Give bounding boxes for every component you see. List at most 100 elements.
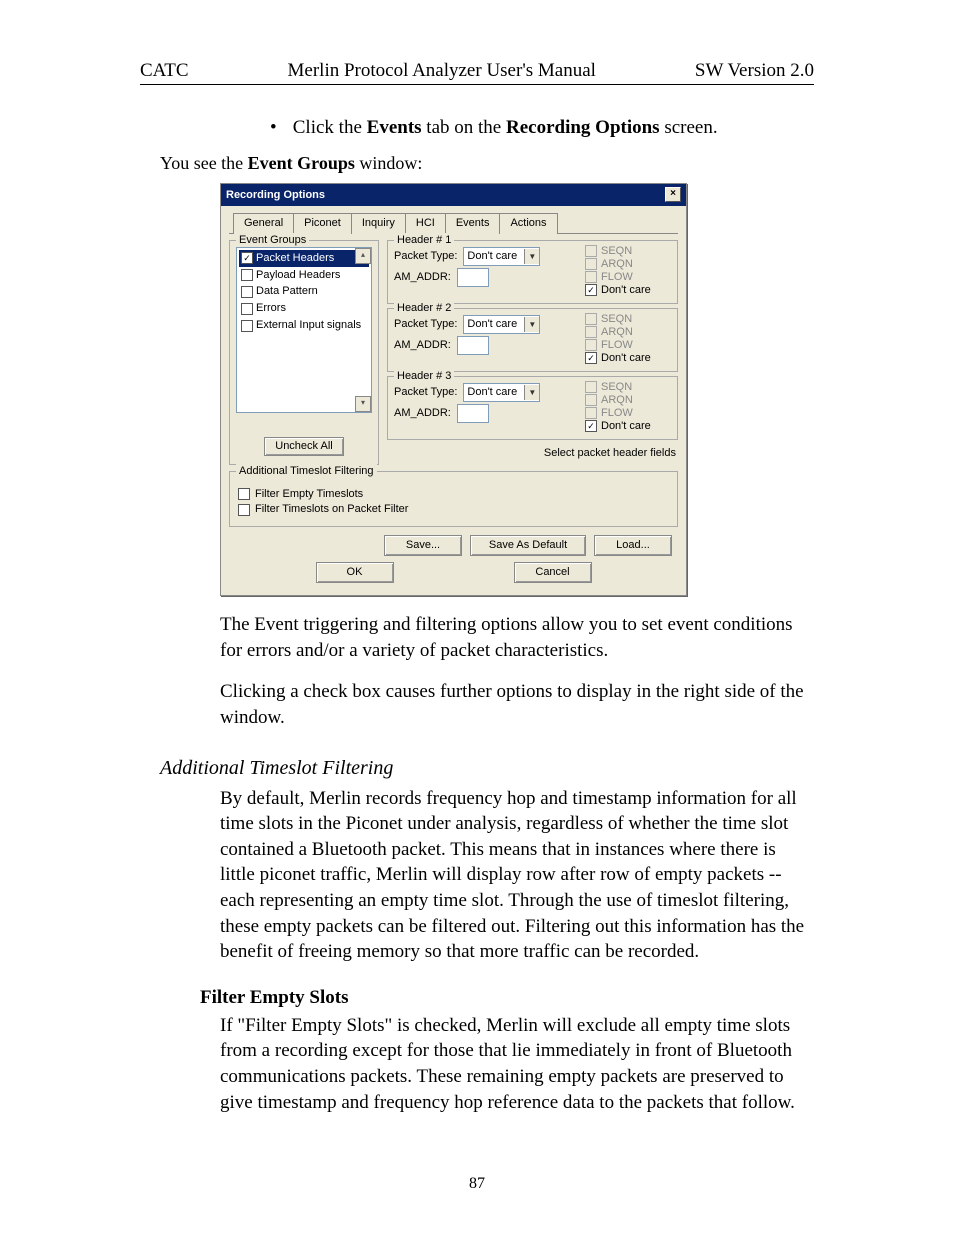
- list-item-label: Packet Headers: [256, 251, 334, 266]
- scroll-down-icon[interactable]: ▾: [355, 396, 371, 412]
- tab-events[interactable]: Events: [445, 213, 501, 234]
- list-item[interactable]: Payload Headers: [239, 267, 369, 284]
- checkbox-icon[interactable]: [585, 420, 597, 432]
- flags-group: SEQN ARQN FLOW Don't care: [585, 381, 671, 433]
- load-button[interactable]: Load...: [594, 535, 672, 556]
- tab-bar: General Piconet Inquiry HCI Events Actio…: [229, 212, 678, 234]
- list-item-label: Data Pattern: [256, 284, 318, 299]
- save-button[interactable]: Save...: [384, 535, 462, 556]
- bullet-icon: •: [270, 115, 288, 141]
- packet-type-value: Don't care: [467, 385, 517, 400]
- tab-piconet[interactable]: Piconet: [293, 213, 352, 234]
- list-item-label: Errors: [256, 301, 286, 316]
- dontcare-label: Don't care: [601, 352, 651, 365]
- am-addr-label: AM_ADDR:: [394, 338, 451, 353]
- paragraph: If "Filter Empty Slots" is checked, Merl…: [220, 1013, 814, 1116]
- flags-group: SEQN ARQN FLOW Don't care: [585, 313, 671, 365]
- seqn-label: SEQN: [601, 313, 632, 326]
- select-packet-header-fields[interactable]: Select packet header fields: [387, 444, 678, 461]
- chevron-down-icon[interactable]: ▼: [524, 249, 539, 264]
- am-addr-input[interactable]: [457, 268, 489, 287]
- cancel-button[interactable]: Cancel: [514, 562, 592, 583]
- header3-group: Header # 3 Packet Type: Don't care ▼: [387, 376, 678, 440]
- bullet-line: • Click the Events tab on the Recording …: [270, 115, 814, 141]
- checkbox-icon[interactable]: [238, 488, 250, 500]
- event-groups-box: Event Groups ▴ Packet Headers Payload He…: [229, 240, 379, 465]
- ok-button[interactable]: OK: [316, 562, 394, 583]
- event-groups-list[interactable]: ▴ Packet Headers Payload Headers: [236, 247, 372, 413]
- header3-legend: Header # 3: [394, 369, 454, 384]
- checkbox-icon[interactable]: [241, 320, 253, 332]
- save-as-default-button[interactable]: Save As Default: [470, 535, 586, 556]
- checkbox-icon[interactable]: [238, 504, 250, 516]
- section-heading-atf: Additional Timeslot Filtering: [160, 755, 814, 782]
- checkbox-icon: [585, 326, 597, 338]
- packet-type-value: Don't care: [467, 317, 517, 332]
- uncheck-all-button[interactable]: Uncheck All: [264, 437, 343, 456]
- packet-type-select[interactable]: Don't care ▼: [463, 383, 540, 402]
- paragraph: Clicking a check box causes further opti…: [220, 679, 814, 730]
- flow-label: FLOW: [601, 407, 633, 420]
- packet-type-select[interactable]: Don't care ▼: [463, 247, 540, 266]
- checkbox-icon[interactable]: [241, 286, 253, 298]
- tab-actions[interactable]: Actions: [499, 213, 557, 234]
- close-icon[interactable]: ×: [665, 187, 681, 202]
- bullet-text-pre: Click the: [293, 117, 367, 138]
- checkbox-icon[interactable]: [585, 284, 597, 296]
- flow-label: FLOW: [601, 339, 633, 352]
- bullet-text-post: screen.: [660, 117, 718, 138]
- header2-group: Header # 2 Packet Type: Don't care ▼: [387, 308, 678, 372]
- checkbox-icon: [585, 245, 597, 257]
- filter-timeslots-on-packet-filter-label: Filter Timeslots on Packet Filter: [255, 502, 408, 517]
- am-addr-input[interactable]: [457, 404, 489, 423]
- list-item[interactable]: Packet Headers: [239, 250, 369, 267]
- intro-bold: Event Groups: [248, 153, 355, 173]
- chevron-down-icon[interactable]: ▼: [524, 385, 539, 400]
- checkbox-icon[interactable]: [585, 352, 597, 364]
- packet-type-select[interactable]: Don't care ▼: [463, 315, 540, 334]
- header2-legend: Header # 2: [394, 301, 454, 316]
- paragraph: By default, Merlin records frequency hop…: [220, 786, 814, 965]
- arqn-label: ARQN: [601, 326, 633, 339]
- checkbox-icon: [585, 271, 597, 283]
- checkbox-icon: [585, 407, 597, 419]
- intro-line: You see the Event Groups window:: [160, 151, 814, 175]
- header1-legend: Header # 1: [394, 233, 454, 248]
- page-number: 87: [80, 1175, 874, 1193]
- checkbox-icon[interactable]: [241, 269, 253, 281]
- chevron-down-icon[interactable]: ▼: [524, 317, 539, 332]
- intro-pre: You see the: [160, 153, 248, 173]
- tab-general[interactable]: General: [233, 213, 294, 234]
- bullet-events-word: Events: [367, 117, 422, 138]
- checkbox-icon: [585, 313, 597, 325]
- checkbox-icon[interactable]: [241, 252, 253, 264]
- header-center: Merlin Protocol Analyzer User's Manual: [288, 60, 596, 82]
- header1-group: Header # 1 Packet Type: Don't care ▼: [387, 240, 678, 304]
- am-addr-input[interactable]: [457, 336, 489, 355]
- list-item[interactable]: External Input signals: [239, 317, 369, 334]
- intro-post: window:: [355, 153, 423, 173]
- seqn-label: SEQN: [601, 381, 632, 394]
- page-header: CATC Merlin Protocol Analyzer User's Man…: [140, 60, 814, 85]
- list-item[interactable]: Data Pattern: [239, 283, 369, 300]
- recording-options-dialog: Recording Options × General Piconet Inqu…: [220, 183, 687, 596]
- checkbox-icon[interactable]: [241, 303, 253, 315]
- scroll-up-icon[interactable]: ▴: [355, 248, 371, 264]
- packet-type-label: Packet Type:: [394, 317, 457, 332]
- tab-inquiry[interactable]: Inquiry: [351, 213, 406, 234]
- filter-empty-timeslots-label: Filter Empty Timeslots: [255, 487, 363, 502]
- checkbox-icon: [585, 339, 597, 351]
- checkbox-icon: [585, 394, 597, 406]
- section-heading-fes: Filter Empty Slots: [200, 985, 814, 1011]
- seqn-label: SEQN: [601, 245, 632, 258]
- bullet-recopts-word: Recording Options: [506, 117, 660, 138]
- dialog-titlebar[interactable]: Recording Options ×: [221, 184, 686, 206]
- list-item[interactable]: Errors: [239, 300, 369, 317]
- packet-type-value: Don't care: [467, 249, 517, 264]
- flags-group: SEQN ARQN FLOW Don't care: [585, 245, 671, 297]
- header-left: CATC: [140, 60, 189, 82]
- paragraph: The Event triggering and filtering optio…: [220, 612, 814, 663]
- tab-hci[interactable]: HCI: [405, 213, 446, 234]
- header-right: SW Version 2.0: [695, 60, 814, 82]
- checkbox-icon: [585, 258, 597, 270]
